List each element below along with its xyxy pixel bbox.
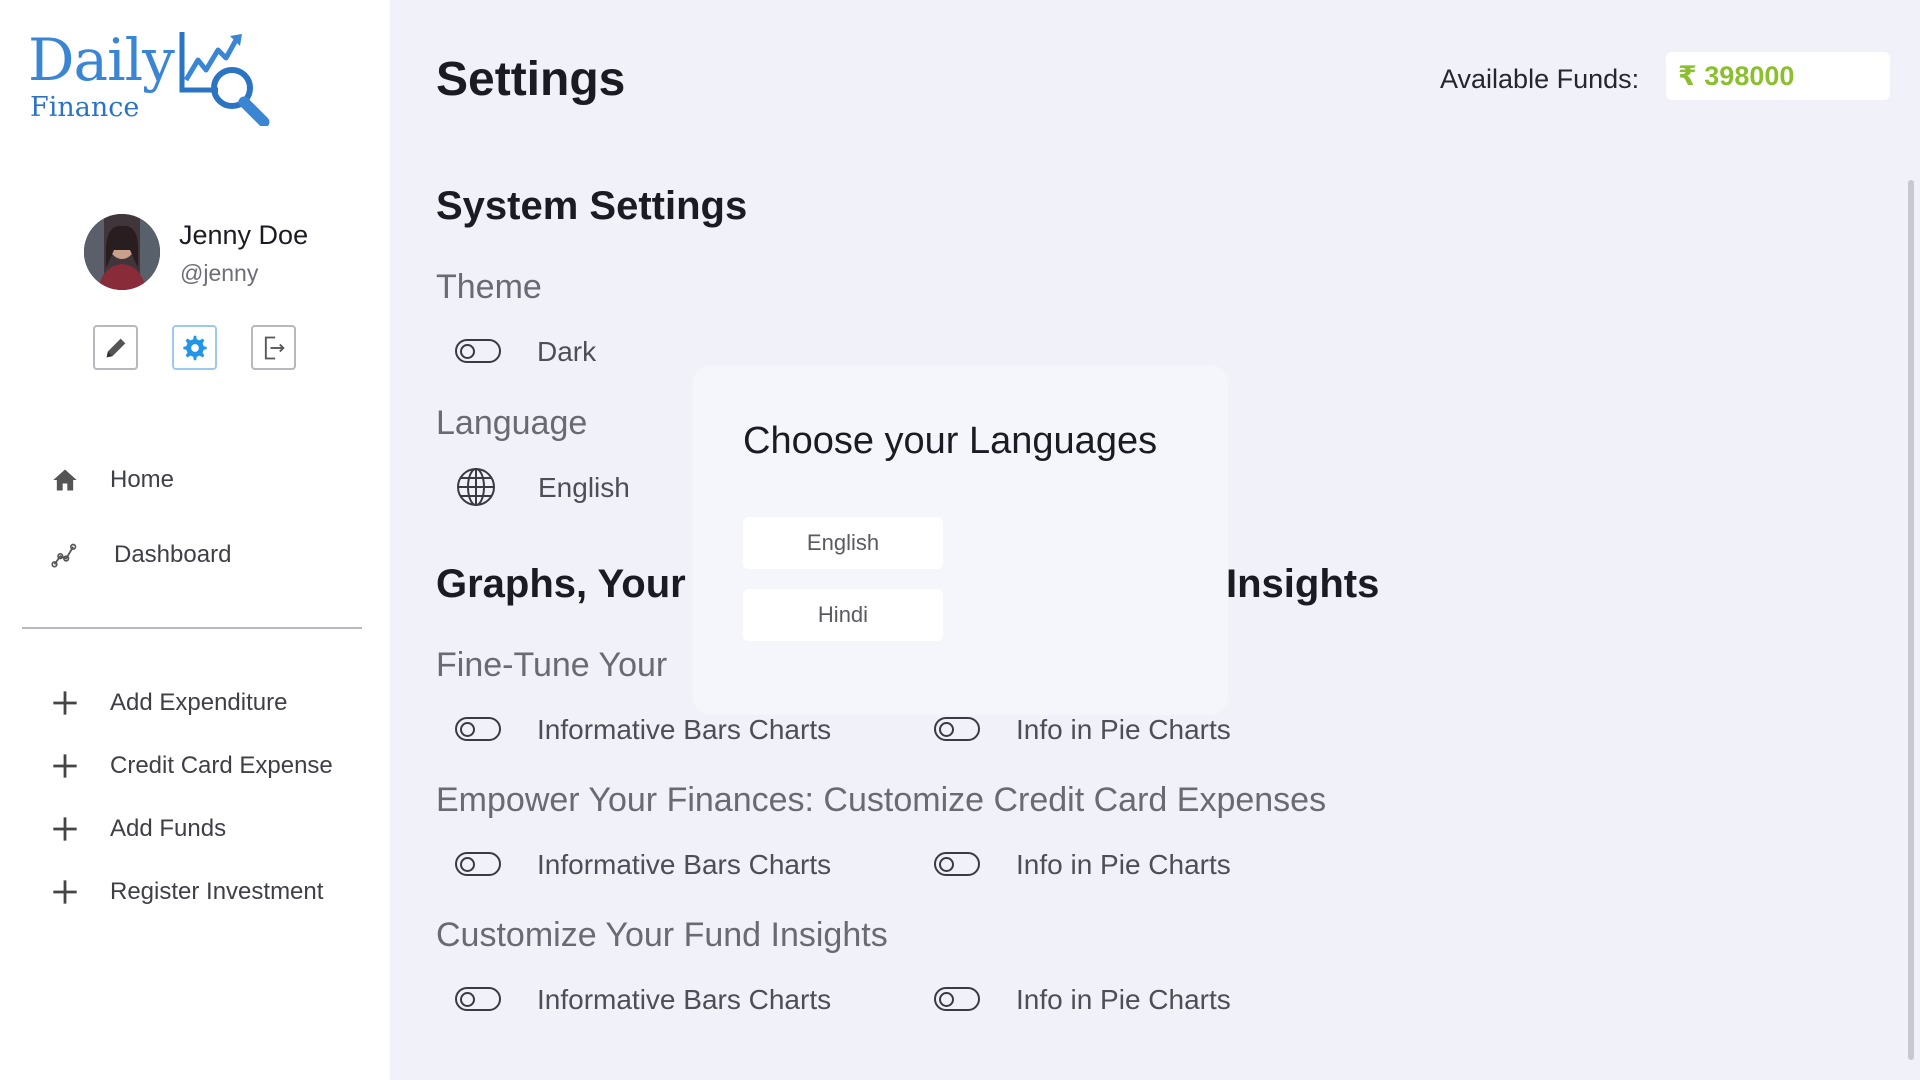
available-funds-box: ₹ 398000 [1666,52,1890,100]
credit-card-pie-toggle[interactable] [934,852,980,876]
nav-label-home: Home [110,466,175,493]
globe-icon[interactable] [455,466,497,508]
graphs-title-left: Graphs, Your [436,562,686,606]
group-title-funds: Customize Your Fund Insights [436,916,888,954]
nav-item-home[interactable]: Home [50,460,174,500]
language-current-value[interactable]: English [538,472,630,504]
language-title: Language [436,404,588,442]
plus-icon [50,688,80,718]
sidebar-divider [22,627,362,629]
language-modal-title: Choose your Languages [743,420,1158,462]
avatar [84,214,160,290]
language-modal: Choose your Languages English Hindi [693,365,1228,715]
system-settings-title: System Settings [436,184,748,228]
nav-label-credit-card-expense: Credit Card Expense [110,752,333,779]
overview-bars-toggle[interactable] [455,717,501,741]
credit-card-bars-label: Informative Bars Charts [537,849,832,880]
graphs-title-right: Insights [1226,562,1380,606]
pencil-icon [106,338,125,357]
overview-pie-toggle[interactable] [934,717,980,741]
sidebar: Daily Finance Jenny Doe @jenny Home Dash… [0,0,390,1080]
chart-icon [50,540,80,570]
overview-pie-label: Info in Pie Charts [1016,714,1231,745]
nav-label-add-expenditure: Add Expenditure [110,689,288,716]
plus-icon [50,877,80,907]
logout-button[interactable] [251,325,296,370]
group-title-overview: Fine-Tune Your [436,646,668,684]
funds-bars-toggle[interactable] [455,987,501,1011]
funds-pie-label: Info in Pie Charts [1016,984,1231,1015]
language-option-hindi[interactable]: Hindi [743,589,943,641]
plus-icon [50,751,80,781]
nav-item-credit-card-expense[interactable]: Credit Card Expense [50,746,333,786]
nav-item-dashboard[interactable]: Dashboard [50,535,231,575]
nav-label-dashboard: Dashboard [114,541,232,568]
credit-card-pie-label: Info in Pie Charts [1016,849,1231,880]
brand-logo[interactable]: Daily Finance [28,26,278,126]
funds-pie-toggle[interactable] [934,987,980,1011]
credit-card-bars-toggle[interactable] [455,852,501,876]
available-funds-value: ₹ 398000 [1678,60,1795,91]
nav-item-add-expenditure[interactable]: Add Expenditure [50,683,287,723]
theme-title: Theme [436,268,542,306]
nav-item-add-funds[interactable]: Add Funds [50,809,226,849]
profile-actions [93,325,303,371]
brand-sub: Finance [30,92,140,123]
plus-icon [50,814,80,844]
nav-label-register-investment: Register Investment [110,878,324,905]
home-icon [50,465,80,495]
nav-label-add-funds: Add Funds [110,815,227,842]
overview-bars-label: Informative Bars Charts [537,714,832,745]
scrollbar[interactable] [1908,180,1914,1060]
language-option-english[interactable]: English [743,517,943,569]
user-profile: Jenny Doe @jenny [84,214,344,290]
user-handle: @jenny [180,260,259,286]
brand-name: Daily [28,26,175,94]
page-title: Settings [436,53,626,106]
nav-item-register-investment[interactable]: Register Investment [50,872,323,912]
edit-profile-button[interactable] [93,325,138,370]
gear-icon [182,335,207,360]
theme-toggle-label: Dark [537,336,597,367]
group-title-credit-card: Empower Your Finances: Customize Credit … [436,781,1327,819]
chart-magnifier-icon [179,32,270,126]
settings-button[interactable] [172,325,217,370]
available-funds-label: Available Funds: [1440,64,1640,94]
funds-bars-label: Informative Bars Charts [537,984,832,1015]
theme-toggle[interactable] [455,339,501,363]
logout-icon [264,336,285,359]
user-name: Jenny Doe [179,220,309,250]
